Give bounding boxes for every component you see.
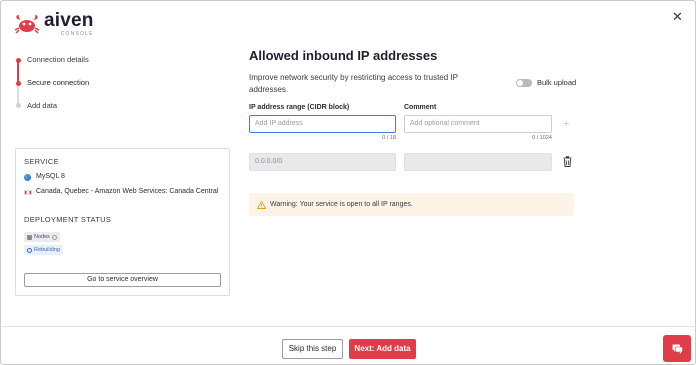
nodes-badge[interactable]: Nodes: [24, 232, 60, 242]
step-connection-details[interactable]: Connection details: [27, 55, 89, 65]
console-window: aiven CONSOLE ✕ Connection details Secur…: [0, 0, 696, 365]
existing-comment-field: [404, 153, 552, 171]
footer-divider: [2, 326, 696, 327]
page-title: Allowed inbound IP addresses: [249, 48, 438, 63]
step-dot-active: [15, 81, 21, 86]
chat-button[interactable]: [663, 335, 691, 362]
logo-subtitle: CONSOLE: [60, 31, 94, 37]
deployment-status-heading: DEPLOYMENT STATUS: [24, 215, 112, 224]
nodes-label: Nodes: [34, 234, 50, 240]
bulk-upload-label: Bulk upload: [537, 78, 577, 87]
ip-char-counter: 0 / 18: [382, 135, 396, 141]
skip-step-button[interactable]: Skip this step: [282, 339, 343, 359]
comment-input[interactable]: Add optional comment: [404, 115, 552, 133]
bulk-upload-toggle[interactable]: [516, 79, 532, 87]
status-label: Rebuilding: [34, 247, 60, 253]
page-description: Improve network security by restricting …: [249, 73, 458, 94]
info-icon: [51, 234, 57, 240]
step-add-data[interactable]: Add data: [27, 101, 57, 111]
close-icon[interactable]: ✕: [672, 10, 683, 24]
nodes-icon: [27, 234, 32, 240]
canada-flag-icon: [24, 189, 32, 195]
step-dot-pending: [15, 103, 21, 108]
next-add-data-button[interactable]: Next: Add data: [349, 339, 416, 359]
service-region: Canada, Quebec - Amazon Web Services: Ca…: [36, 188, 219, 195]
stepper-progress-line: [17, 61, 19, 83]
crab-logo-icon: [14, 15, 40, 34]
service-type-row: MySQL 8: [24, 172, 65, 182]
service-name: MySQL 8: [36, 173, 65, 180]
trash-icon[interactable]: [563, 156, 572, 167]
service-heading: SERVICE: [24, 157, 59, 166]
clock-icon: [27, 247, 32, 253]
status-badge: Rebuilding: [24, 245, 63, 255]
go-to-service-overview-button[interactable]: Go to service overview: [24, 273, 221, 287]
service-summary-card: SERVICE MySQL 8 Canada, Quebec - Amazon …: [15, 148, 230, 296]
ip-range-label: IP address range (CIDR block): [249, 104, 350, 111]
chat-icon: [672, 344, 683, 354]
comment-label: Comment: [404, 104, 437, 111]
step-secure-connection[interactable]: Secure connection: [27, 78, 89, 88]
warning-text: Warning: Your service is open to all IP …: [270, 200, 413, 208]
aiven-logo[interactable]: aiven CONSOLE: [14, 11, 94, 37]
warning-icon: [257, 200, 266, 209]
step-dot-done: [15, 58, 21, 63]
mysql-icon: [24, 173, 31, 181]
comment-char-counter: 0 / 1024: [532, 135, 552, 141]
existing-ip-field: 0.0.0.0/0: [249, 153, 396, 171]
service-region-row: Canada, Quebec - Amazon Web Services: Ca…: [24, 187, 218, 197]
ip-address-input[interactable]: Add IP address: [249, 115, 396, 133]
stepper-remaining-line: [17, 84, 19, 105]
open-access-warning: Warning: Your service is open to all IP …: [249, 193, 574, 216]
logo-wordmark: aiven: [44, 10, 94, 31]
plus-icon[interactable]: +: [563, 118, 569, 130]
